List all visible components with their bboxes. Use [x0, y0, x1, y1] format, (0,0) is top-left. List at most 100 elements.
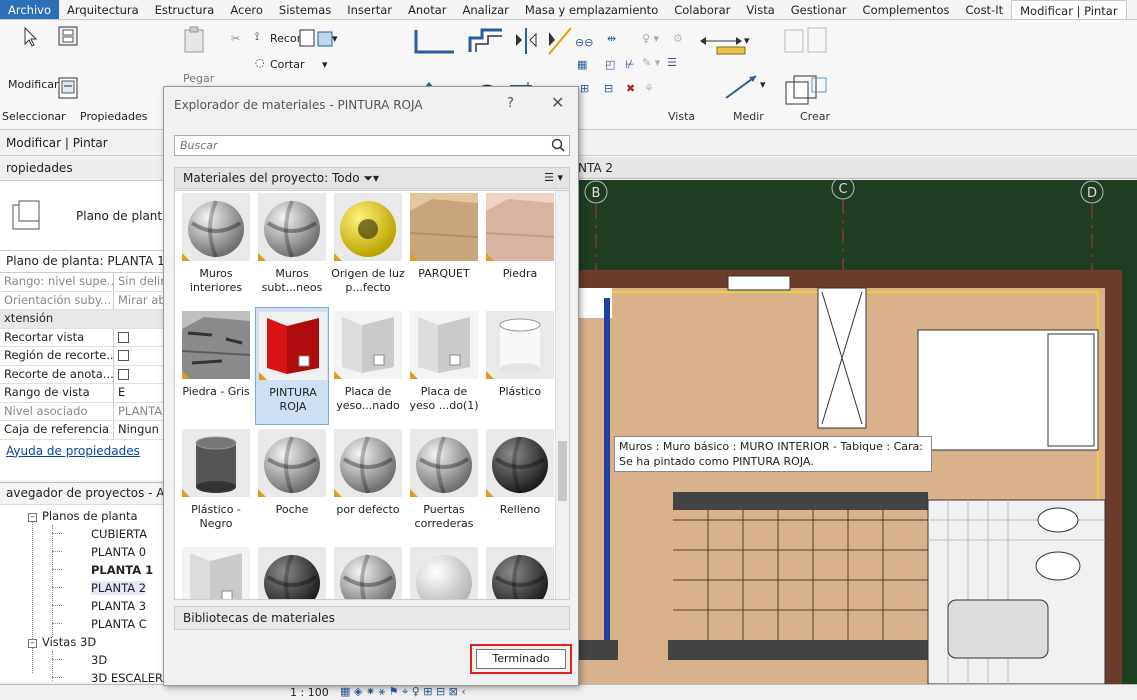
join-geometry-icon[interactable]	[298, 24, 342, 52]
property-row[interactable]: Rango de vista E	[0, 384, 169, 403]
material-tile[interactable]: Origen de luz p...fecto	[331, 191, 405, 307]
tree-view-3d-escalera[interactable]: 3D ESCALERA	[91, 671, 169, 682]
checkbox[interactable]	[118, 350, 129, 361]
tree-view-3d[interactable]: 3D	[91, 653, 107, 667]
ribbon-tab-0[interactable]: Archivo	[0, 0, 59, 19]
dimension-icon[interactable]	[722, 72, 762, 102]
done-button[interactable]: Terminado	[476, 649, 566, 669]
property-value[interactable]: E	[114, 384, 169, 402]
view-control-icons[interactable]: ▦ ◈ ✷ ⚹ ⚑ ⌖ ♀ ⊞ ⊟ ⊠ ‹	[340, 685, 466, 699]
material-tile[interactable]: Relleno	[483, 425, 557, 543]
ribbon-tab-10[interactable]: Vista	[738, 0, 782, 19]
cut-geometry-icon[interactable]: ◌	[255, 56, 265, 69]
tree-level-planta-c[interactable]: PLANTA C	[91, 617, 147, 631]
mirror-draw-icon[interactable]	[545, 26, 575, 56]
material-tile[interactable]	[179, 543, 253, 599]
material-tile[interactable]: Piedra - Gris	[179, 307, 253, 425]
linestyle-icon[interactable]: ☰	[667, 56, 677, 69]
dimension-dropdown-icon[interactable]: ▾	[760, 78, 766, 91]
property-row[interactable]: Orientación suby... Mirar ab	[0, 291, 169, 310]
scrollbar-thumb[interactable]	[558, 441, 567, 501]
tree-level-planta-3[interactable]: PLANTA 3	[91, 599, 146, 613]
material-tile[interactable]	[331, 543, 405, 599]
tree-level-cubierta[interactable]: CUBIERTA	[91, 527, 147, 541]
material-tile[interactable]	[483, 543, 557, 599]
linework-icon[interactable]: ✎ ▾	[642, 56, 660, 69]
select-panel-label[interactable]: Seleccionar	[2, 110, 66, 123]
filter-icon[interactable]: ⏷▾	[363, 171, 379, 185]
tree-3d-views[interactable]: Vistas 3D	[42, 635, 96, 649]
property-row[interactable]: Recortar vista	[0, 328, 169, 347]
cut-button[interactable]: Cortar	[270, 58, 305, 71]
ribbon-tab-9[interactable]: Colaborar	[666, 0, 738, 19]
material-tile[interactable]: Muros subt...neos	[255, 191, 329, 307]
property-row[interactable]: Rango: nivel supe... Sin delim	[0, 273, 169, 292]
property-row[interactable]: xtensión	[0, 310, 169, 329]
material-libraries-bar[interactable]: Bibliotecas de materiales	[174, 606, 570, 630]
material-tile[interactable]: Plástico	[483, 307, 557, 425]
delete-icon[interactable]: ✖	[626, 82, 635, 95]
view-override-icon[interactable]: ♀ ▾	[642, 32, 659, 45]
property-value[interactable]: Ningun	[114, 421, 169, 439]
property-row[interactable]: Recorte de anota...	[0, 365, 169, 384]
properties-help-link[interactable]: Ayuda de propiedades	[0, 440, 169, 462]
mirror-pick-icon[interactable]	[512, 26, 542, 56]
paste-icon[interactable]	[182, 26, 206, 54]
view-tab[interactable]: NTA 2	[578, 157, 1137, 179]
search-input[interactable]	[175, 136, 545, 155]
property-row[interactable]: Nivel asociado PLANTA	[0, 402, 169, 421]
material-tile[interactable]: Plástico - Negro	[179, 425, 253, 543]
paste-button[interactable]: Pegar	[183, 72, 214, 85]
collapse-icon[interactable]: –	[28, 513, 37, 522]
unpin-icon[interactable]: ⊬	[625, 58, 635, 71]
view-options-icon[interactable]: ☰ ▾	[544, 171, 563, 184]
tree-level-planta-1[interactable]: PLANTA 1	[91, 563, 153, 577]
ribbon-tab-6[interactable]: Anotar	[400, 0, 454, 19]
split-element-icon[interactable]: ⊖⊖	[575, 36, 593, 49]
ribbon-tab-7[interactable]: Analizar	[454, 0, 516, 19]
material-tile[interactable]: Poche	[255, 425, 329, 543]
ribbon-tab-2[interactable]: Estructura	[147, 0, 223, 19]
ribbon-tab-14[interactable]: Modificar | Pintar	[1011, 0, 1127, 19]
property-value[interactable]: PLANTA	[114, 403, 169, 421]
ribbon-tab-12[interactable]: Complementos	[855, 0, 958, 19]
paint-icon[interactable]: ⚘	[644, 82, 654, 95]
help-button[interactable]: ?	[507, 96, 514, 111]
checkbox[interactable]	[118, 331, 129, 343]
tree-floor-plans[interactable]: Planos de planta	[42, 509, 138, 523]
properties-panel-label[interactable]: Propiedades	[80, 110, 147, 123]
offset-icon[interactable]	[466, 26, 506, 56]
materials-scrollbar[interactable]	[555, 191, 569, 599]
material-tile[interactable]: Muros interiores	[179, 191, 253, 307]
checkbox[interactable]	[118, 368, 129, 380]
material-tile[interactable]: PINTURA ROJA	[255, 307, 329, 425]
property-row[interactable]: Región de recorte...	[0, 347, 169, 366]
material-tile[interactable]	[255, 543, 329, 599]
create-group-icon[interactable]	[782, 24, 830, 56]
scale-icon[interactable]: ◰	[605, 58, 615, 71]
collapse-icon[interactable]: –	[28, 639, 37, 648]
pin-icon[interactable]: ⊞	[580, 82, 589, 95]
properties-icon[interactable]	[56, 76, 80, 100]
tree-level-planta-2[interactable]: PLANTA 2	[91, 581, 147, 595]
align-icon[interactable]	[414, 26, 458, 56]
ribbon-tab-4[interactable]: Sistemas	[271, 0, 339, 19]
cut-scissors-icon[interactable]: ✂	[231, 32, 240, 45]
ribbon-tab-8[interactable]: Masa y emplazamiento	[517, 0, 666, 19]
ruler-icon[interactable]	[716, 46, 746, 56]
tree-level-planta-0[interactable]: PLANTA 0	[91, 545, 146, 559]
ribbon-tab-11[interactable]: Gestionar	[783, 0, 855, 19]
array-icon[interactable]: ▦	[577, 58, 587, 71]
instance-filter-dropdown[interactable]: Plano de planta: PLANTA 1 ⌄	[0, 251, 169, 273]
cut-dropdown-icon[interactable]: ▾	[322, 58, 328, 71]
type-selector-preview[interactable]: Plano de planta	[0, 181, 169, 251]
property-row[interactable]: Caja de referencia Ningun	[0, 421, 169, 440]
material-tile[interactable]	[407, 543, 481, 599]
view-scale[interactable]: 1 : 100	[290, 686, 329, 699]
property-value[interactable]: Sin delim	[114, 273, 169, 291]
ribbon-tab-5[interactable]: Insertar	[339, 0, 400, 19]
modify-button[interactable]: Modificar	[8, 78, 59, 91]
close-button[interactable]: ✕	[551, 93, 564, 112]
material-tile[interactable]: Placa de yeso...nado	[331, 307, 405, 425]
drawing-canvas[interactable]: B C D	[578, 180, 1137, 684]
